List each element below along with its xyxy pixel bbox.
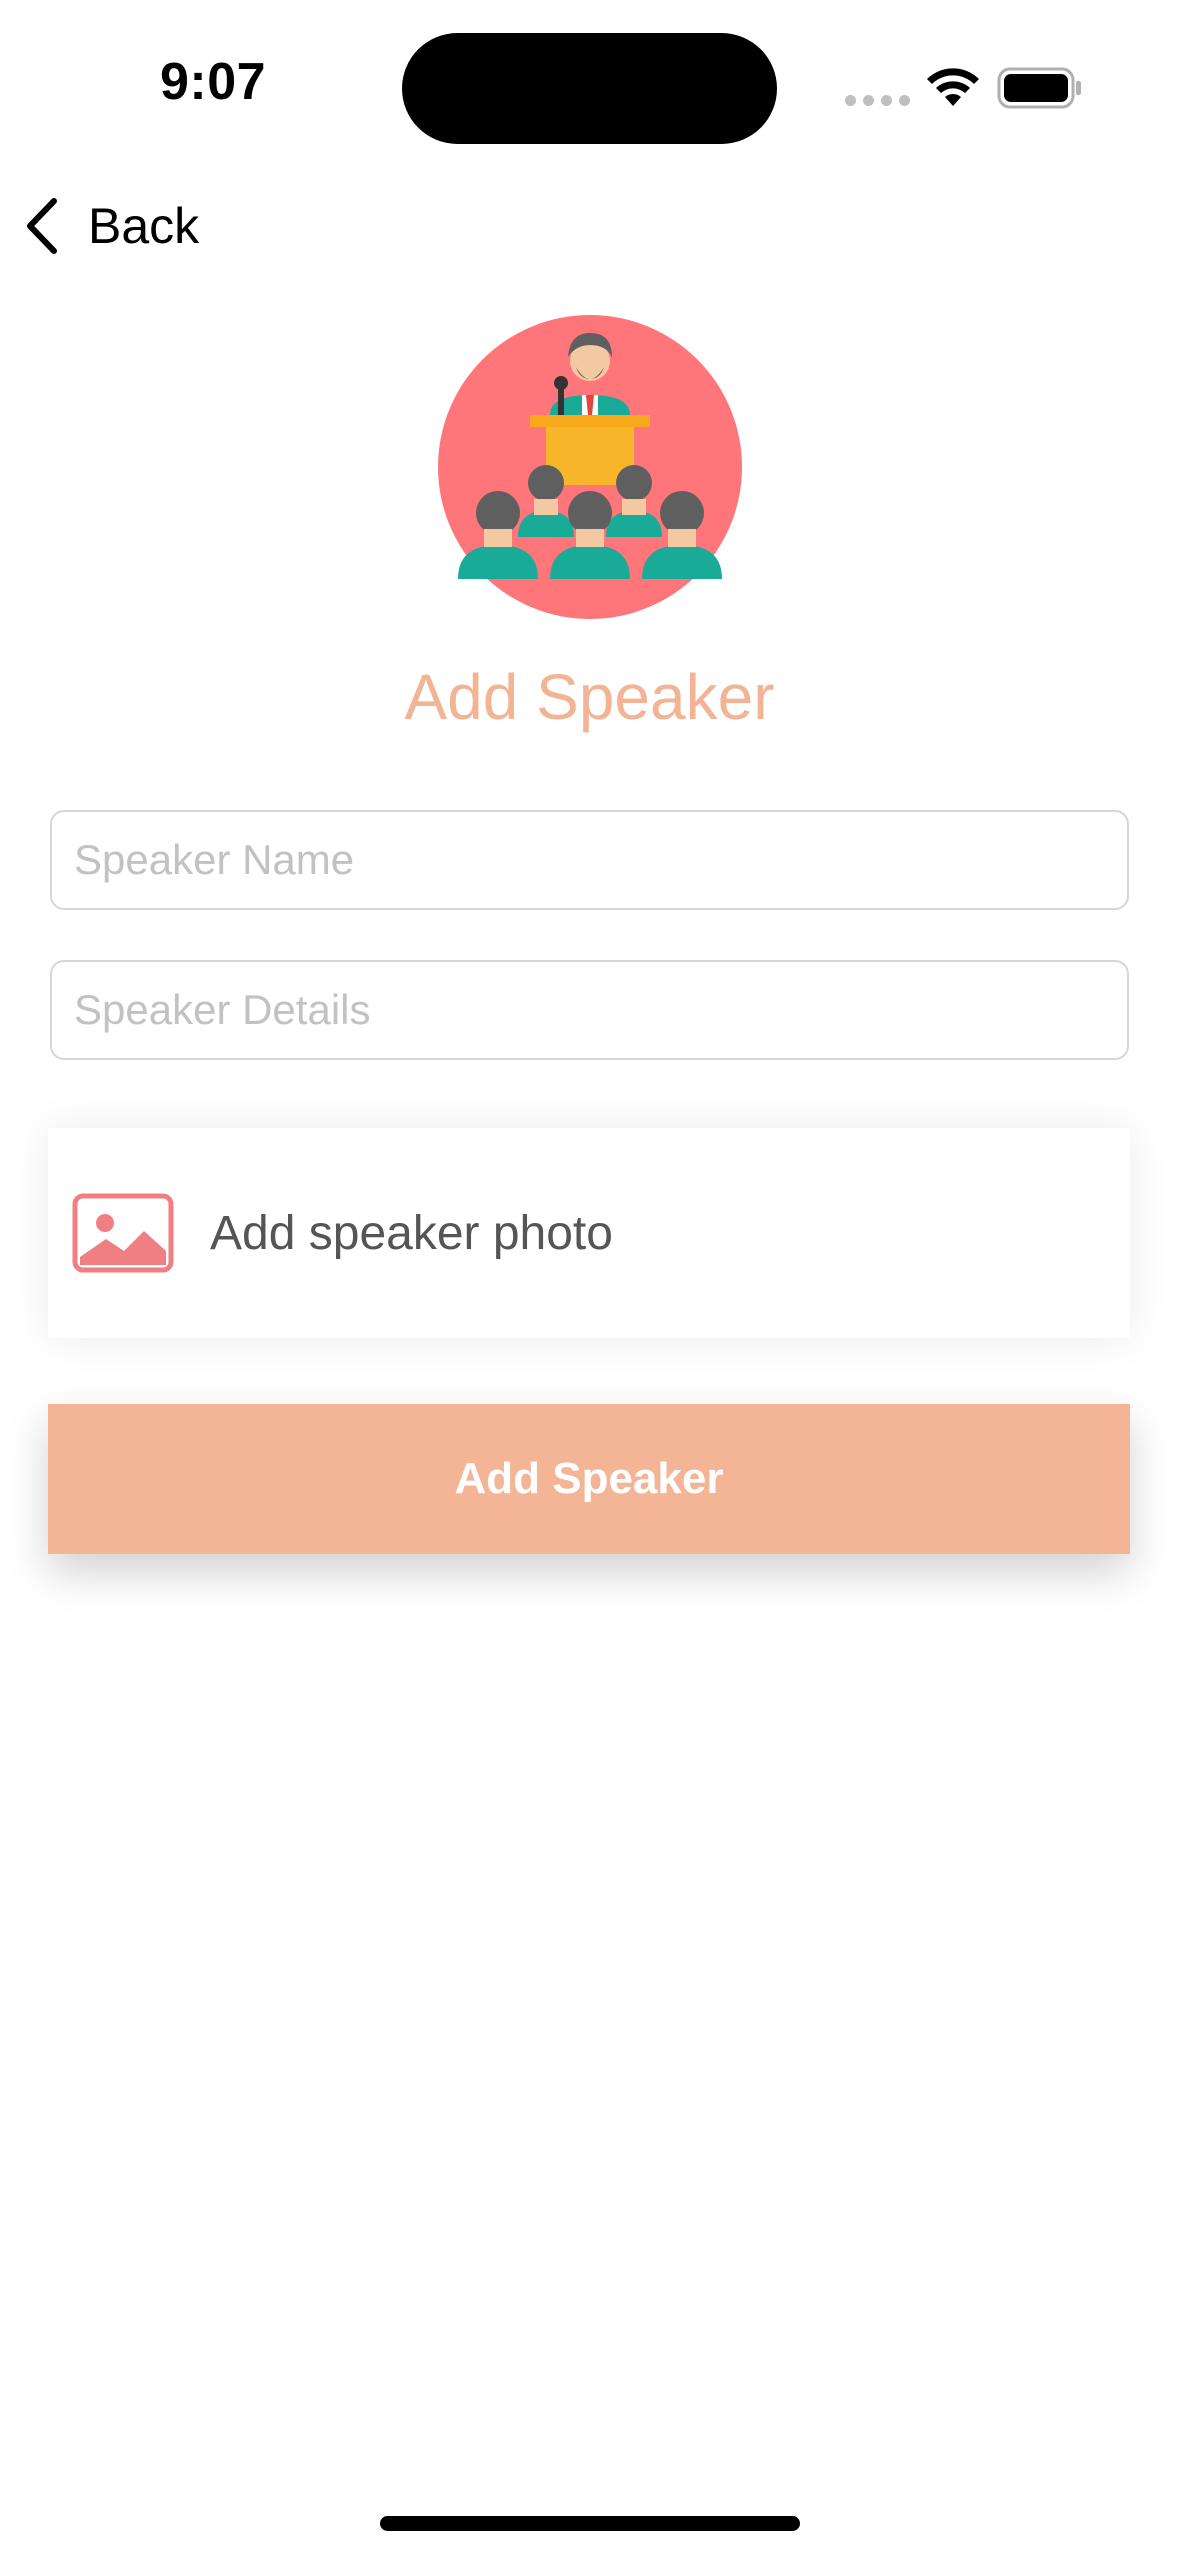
back-button[interactable]: Back	[22, 190, 199, 262]
page-title: Add Speaker	[404, 661, 775, 733]
battery-icon	[997, 67, 1081, 109]
speaker-details-input[interactable]	[50, 960, 1129, 1060]
wifi-icon	[927, 68, 979, 106]
signal-dots-icon	[845, 95, 910, 106]
dynamic-island	[402, 33, 777, 144]
chevron-left-icon	[27, 198, 57, 254]
home-indicator	[380, 2516, 800, 2531]
back-label: Back	[88, 198, 200, 254]
add-photo-button[interactable]: Add speaker photo	[48, 1128, 1130, 1338]
image-icon	[72, 1193, 174, 1273]
speaker-podium-audience-icon	[438, 315, 742, 619]
speaker-name-input[interactable]	[50, 810, 1129, 910]
status-time: 9:07	[160, 53, 267, 111]
add-speaker-screen: 9:07 Back Add Speaker Speaker Name Speak…	[0, 0, 1179, 2556]
add-photo-label: Add speaker photo	[210, 1206, 613, 1260]
add-speaker-button[interactable]: Add Speaker	[48, 1404, 1130, 1554]
